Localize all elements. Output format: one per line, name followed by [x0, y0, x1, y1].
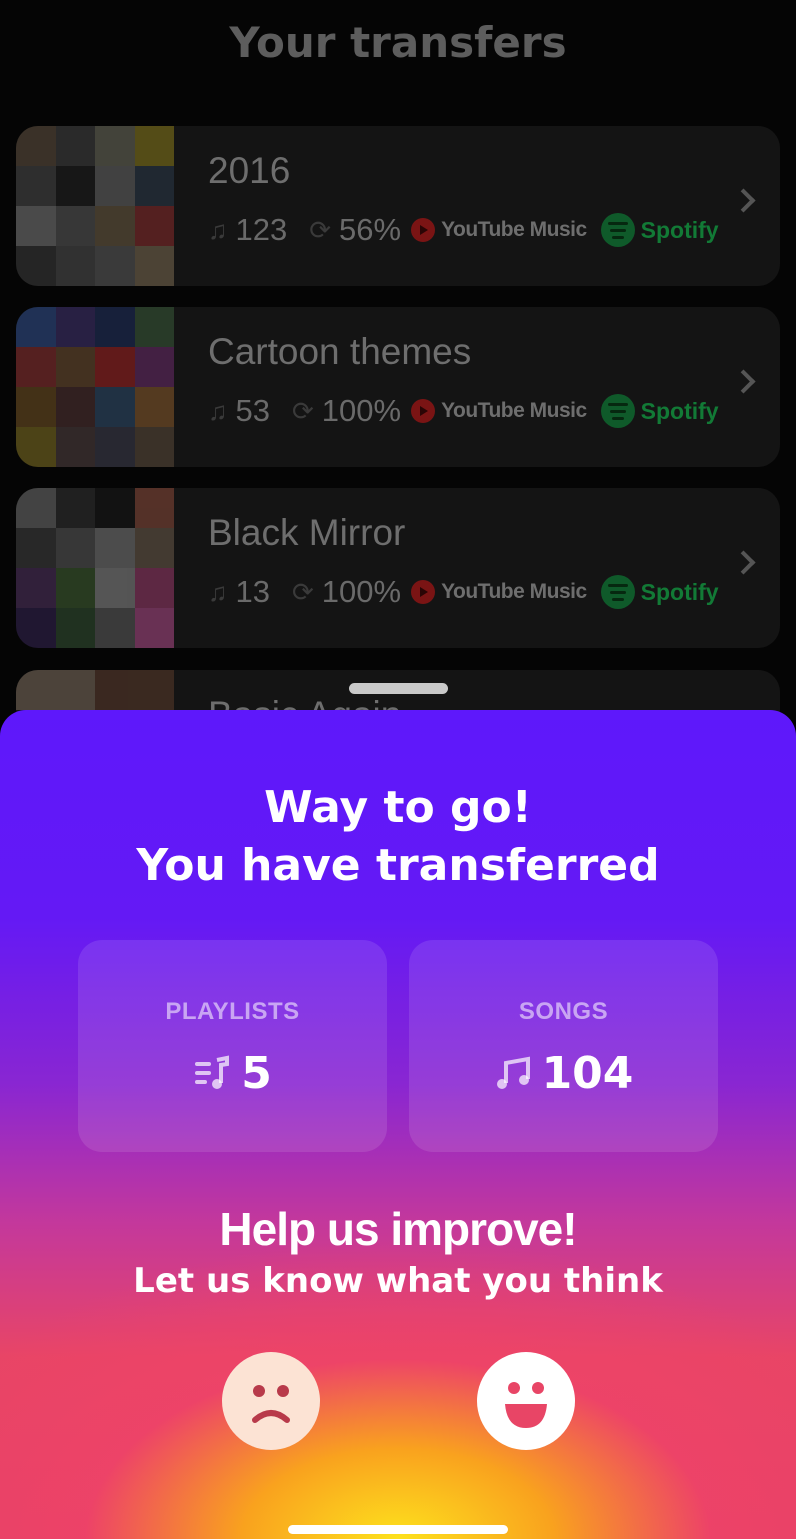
playlist-name: Cartoon themes — [208, 331, 472, 372]
sync-icon: ⟳ — [291, 576, 314, 607]
transfer-card-cartoon-themes[interactable]: Cartoon themes ♫ 53 ⟳ 100% YouTube Music… — [16, 307, 780, 467]
playlists-value: 5 — [241, 1048, 272, 1099]
chevron-right-icon — [731, 369, 756, 394]
song-count: 123 — [235, 212, 288, 247]
sheet-title: Way to go! — [264, 782, 532, 833]
feedback-sheet: Way to go! You have transferred PLAYLIST… — [0, 710, 796, 1539]
source-service: YouTube Music — [441, 580, 587, 603]
youtube-music-icon — [411, 218, 436, 242]
transfer-meta: ♫ 53 ⟳ 100% YouTube Music Spotify — [208, 391, 719, 431]
transfer-card-black-mirror[interactable]: Black Mirror ♫ 13 ⟳ 100% YouTube Music S… — [16, 488, 780, 648]
sync-icon: ⟳ — [291, 395, 314, 426]
music-note-icon: ♫ — [208, 214, 228, 245]
playlist-icon — [195, 1055, 230, 1089]
playlist-name: Black Mirror — [208, 512, 406, 553]
happy-face-icon — [505, 1382, 547, 1428]
transfer-meta: ♫ 13 ⟳ 100% YouTube Music Spotify — [208, 572, 719, 612]
chevron-right-icon — [731, 188, 756, 213]
spotify-icon — [600, 394, 635, 428]
progress-value: 100% — [321, 393, 402, 428]
song-count: 53 — [235, 393, 270, 428]
playlist-artwork — [16, 488, 174, 648]
transfers-screen: Your transfers 2016 ♫ 123 ⟳ 56% YouTube … — [0, 0, 796, 830]
youtube-music-icon — [411, 580, 436, 604]
sad-face-icon — [252, 1385, 290, 1423]
home-indicator — [288, 1525, 508, 1534]
transfer-meta: ♫ 123 ⟳ 56% YouTube Music Spotify — [208, 210, 719, 250]
sheet-drag-handle[interactable] — [349, 683, 448, 694]
song-count: 13 — [235, 574, 270, 609]
playlist-artwork — [16, 307, 174, 467]
playlist-name: 2016 — [208, 150, 291, 191]
playlists-label: PLAYLISTS — [165, 998, 300, 1025]
sad-face-button[interactable] — [222, 1352, 320, 1450]
playlist-artwork — [16, 126, 174, 286]
help-title: Help us improve! — [219, 1203, 577, 1255]
progress-value: 56% — [339, 212, 402, 247]
sync-icon: ⟳ — [309, 214, 332, 245]
source-service: YouTube Music — [441, 218, 587, 241]
target-service: Spotify — [640, 578, 719, 605]
page-title: Your transfers — [229, 18, 567, 67]
target-service: Spotify — [640, 216, 719, 243]
progress-value: 100% — [321, 574, 402, 609]
songs-label: SONGS — [518, 998, 609, 1025]
music-note-icon — [496, 1056, 530, 1089]
music-note-icon: ♫ — [208, 576, 228, 607]
happy-face-button[interactable] — [477, 1352, 575, 1450]
songs-value: 104 — [541, 1048, 634, 1099]
music-note-icon: ♫ — [208, 395, 228, 426]
playlists-stat: PLAYLISTS 5 — [78, 940, 387, 1152]
youtube-music-icon — [411, 399, 436, 423]
target-service: Spotify — [640, 397, 719, 424]
spotify-icon — [600, 575, 635, 609]
sheet-subtitle: You have transferred — [136, 840, 660, 891]
transfer-card-2016[interactable]: 2016 ♫ 123 ⟳ 56% YouTube Music Spotify — [16, 126, 780, 286]
help-subtitle: Let us know what you think — [133, 1261, 663, 1301]
chevron-right-icon — [731, 550, 756, 575]
songs-stat: SONGS 104 — [409, 940, 718, 1152]
source-service: YouTube Music — [441, 399, 587, 422]
spotify-icon — [600, 213, 635, 247]
